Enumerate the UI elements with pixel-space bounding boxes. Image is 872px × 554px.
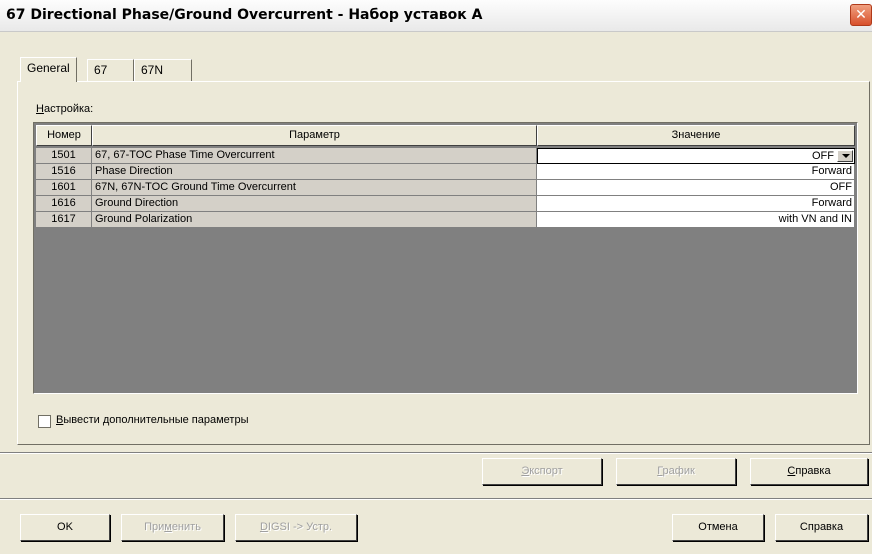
chevron-down-icon[interactable] bbox=[837, 150, 853, 162]
checkbox-box[interactable] bbox=[38, 415, 51, 428]
help-label: правка bbox=[795, 465, 831, 477]
row-parameter: Ground Polarization bbox=[92, 212, 537, 228]
row-number: 1601 bbox=[36, 180, 92, 196]
row-number: 1616 bbox=[36, 196, 92, 212]
checkbox-label-text: ывести дополнительные параметры bbox=[63, 414, 249, 426]
digsi-mnemonic: D bbox=[259, 521, 268, 533]
tab-67n[interactable]: 67N bbox=[134, 59, 192, 81]
apply-label-pre: При bbox=[144, 521, 165, 533]
table-row[interactable]: 1616 Ground Direction Forward bbox=[34, 196, 857, 212]
title-bar: 67 Directional Phase/Ground Overcurrent … bbox=[0, 0, 872, 32]
digsi-to-device-button[interactable]: DIGSI -> Устр. bbox=[235, 514, 357, 541]
tab-general[interactable]: General bbox=[20, 57, 77, 82]
row-number: 1516 bbox=[36, 164, 92, 180]
table-row[interactable]: 1617 Ground Polarization with VN and IN bbox=[34, 212, 857, 228]
section-label-mnemonic: Н bbox=[36, 103, 44, 115]
row-number: 1617 bbox=[36, 212, 92, 228]
help-button[interactable]: Справка bbox=[775, 514, 868, 541]
table-row[interactable]: 1601 67N, 67N-TOC Ground Time Overcurren… bbox=[34, 180, 857, 196]
header-number[interactable]: Номер bbox=[36, 125, 92, 146]
window-title: 67 Directional Phase/Ground Overcurrent … bbox=[6, 7, 483, 23]
help-button-panel[interactable]: Справка bbox=[750, 458, 868, 485]
apply-button[interactable]: Применить bbox=[121, 514, 224, 541]
row-value[interactable]: OFF bbox=[537, 180, 855, 196]
cancel-button[interactable]: Отмена bbox=[672, 514, 764, 541]
row-value[interactable]: Forward bbox=[537, 196, 855, 212]
row-value[interactable]: with VN and IN bbox=[537, 212, 855, 228]
settings-dialog: 67 Directional Phase/Ground Overcurrent … bbox=[0, 0, 872, 554]
divider bbox=[0, 498, 872, 500]
apply-mnemonic: м bbox=[164, 521, 172, 533]
row-value: OFF bbox=[812, 150, 834, 162]
header-parameter[interactable]: Параметр bbox=[92, 125, 537, 146]
row-number: 1501 bbox=[36, 148, 92, 164]
tab-67n-label: 67N bbox=[141, 63, 164, 77]
grid-header: Номер Параметр Значение bbox=[34, 123, 857, 147]
ok-button[interactable]: OK bbox=[20, 514, 110, 541]
row-value[interactable]: Forward bbox=[537, 164, 855, 180]
tab-general-label: General bbox=[27, 61, 70, 75]
settings-grid[interactable]: Номер Параметр Значение 1501 67, 67-TOC … bbox=[33, 122, 858, 394]
settings-section-label: Настройка: bbox=[36, 103, 93, 115]
row-value-dropdown[interactable]: OFF bbox=[537, 148, 855, 164]
digsi-label: IGSI -> Устр. bbox=[267, 521, 333, 533]
table-row[interactable]: 1516 Phase Direction Forward bbox=[34, 164, 857, 180]
close-icon: ✕ bbox=[855, 6, 867, 22]
row-parameter: 67N, 67N-TOC Ground Time Overcurrent bbox=[92, 180, 537, 196]
apply-label-post: енить bbox=[171, 521, 201, 533]
tab-67[interactable]: 67 bbox=[87, 59, 134, 81]
header-value[interactable]: Значение bbox=[537, 125, 855, 146]
section-label-text: астройка: bbox=[43, 103, 94, 115]
row-parameter: 67, 67-TOC Phase Time Overcurrent bbox=[92, 148, 537, 164]
export-label: кспорт bbox=[529, 465, 563, 477]
graph-label: рафик bbox=[662, 465, 695, 477]
divider bbox=[0, 452, 872, 454]
table-row[interactable]: 1501 67, 67-TOC Phase Time Overcurrent O… bbox=[34, 148, 857, 164]
row-parameter: Phase Direction bbox=[92, 164, 537, 180]
checkbox-label[interactable]: Вывести дополнительные параметры bbox=[56, 414, 249, 426]
graph-button[interactable]: График bbox=[616, 458, 736, 485]
export-button[interactable]: Экспорт bbox=[482, 458, 602, 485]
row-parameter: Ground Direction bbox=[92, 196, 537, 212]
close-button[interactable]: ✕ bbox=[850, 4, 872, 26]
tab-67-label: 67 bbox=[94, 63, 108, 77]
